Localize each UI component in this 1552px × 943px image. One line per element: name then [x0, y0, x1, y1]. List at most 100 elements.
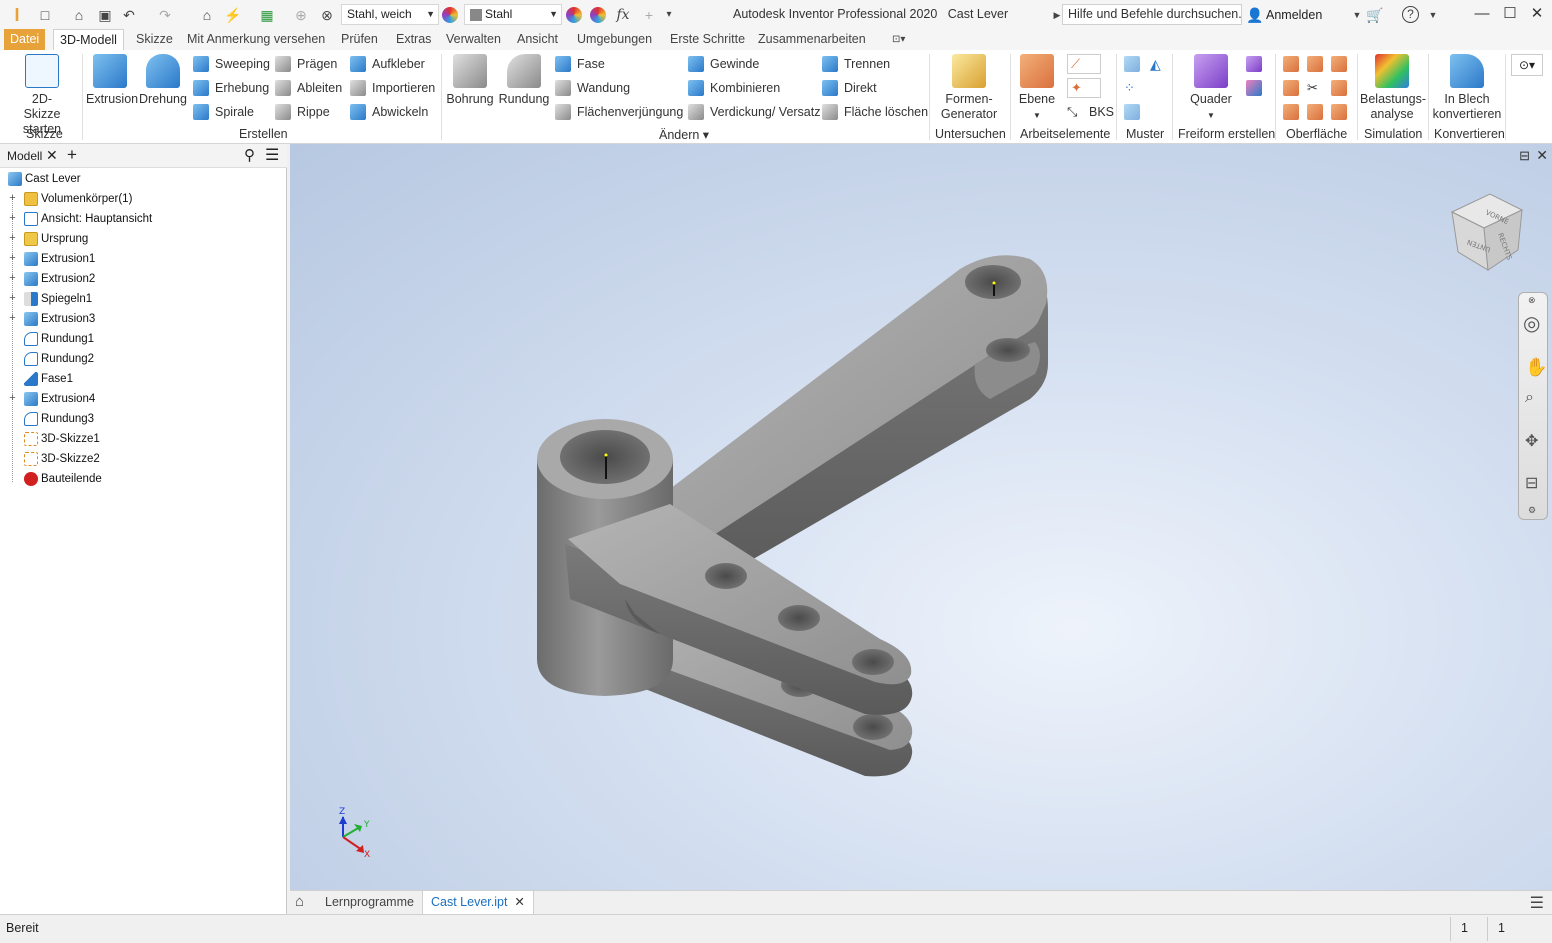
- measure-icon[interactable]: ⊕: [292, 6, 310, 24]
- erhebung-button[interactable]: Erhebung: [193, 78, 269, 98]
- start-2d-sketch-button[interactable]: 2D-Skizze starten: [14, 54, 70, 137]
- tile-windows-icon[interactable]: ⊟: [1519, 148, 1530, 164]
- chevron-down-icon[interactable]: ▼: [1348, 6, 1366, 24]
- surface-patch-button[interactable]: [1307, 54, 1325, 74]
- sign-in-link[interactable]: Anmelden: [1266, 8, 1322, 22]
- sketch-pattern-button[interactable]: [1124, 102, 1142, 122]
- axis-button[interactable]: ⟋: [1067, 54, 1101, 74]
- importieren-button[interactable]: Importieren: [350, 78, 435, 98]
- quader-button[interactable]: Quader ▼: [1188, 54, 1234, 123]
- abwickeln-button[interactable]: Abwickeln: [350, 102, 428, 122]
- model-canvas[interactable]: VORNE RECHTS UNTEN Z Y X: [290, 144, 1552, 890]
- new-file-icon[interactable]: □: [36, 6, 54, 24]
- material-dropdown[interactable]: Stahl, weich ▼: [341, 4, 439, 25]
- praegen-button[interactable]: Prägen: [275, 54, 337, 74]
- surface-replace-button[interactable]: [1331, 102, 1349, 122]
- aufkleber-button[interactable]: Aufkleber: [350, 54, 425, 74]
- adjust-appearance-icon[interactable]: [566, 7, 582, 23]
- select-icon[interactable]: ▦: [258, 6, 276, 24]
- expand-icon[interactable]: +: [8, 233, 17, 244]
- expand-icon[interactable]: +: [8, 213, 17, 224]
- extrusion-button[interactable]: Extrusion: [86, 54, 138, 107]
- pan-icon[interactable]: ✋: [1525, 357, 1547, 378]
- close-view-icon[interactable]: ✕: [1536, 147, 1548, 164]
- expand-icon[interactable]: +: [8, 393, 17, 404]
- browser-item-3d-skizze1[interactable]: 3D-Skizze1: [0, 429, 285, 449]
- expand-icon[interactable]: +: [8, 193, 17, 204]
- verdickung-button[interactable]: Verdickung/ Versatz: [688, 102, 820, 122]
- browser-item-rundung1[interactable]: Rundung1: [0, 329, 285, 349]
- browser-item-extrusion2[interactable]: + Extrusion2: [0, 269, 285, 289]
- tab-overflow-button[interactable]: ⊡▾: [886, 29, 911, 50]
- browser-item-volumenk-rper-1-[interactable]: + Volumenkörper(1): [0, 189, 285, 209]
- navbar-close-icon[interactable]: ⊗: [1528, 295, 1536, 306]
- tab-datei[interactable]: Datei: [4, 29, 46, 50]
- fase-button[interactable]: Fase: [555, 54, 605, 74]
- tab-erste-schritte[interactable]: Erste Schritte: [664, 29, 751, 50]
- drehung-button[interactable]: Drehung: [138, 54, 188, 107]
- orbit-icon[interactable]: ✥: [1525, 431, 1538, 451]
- tab-extras[interactable]: Extras: [390, 29, 437, 50]
- direkt-button[interactable]: Direkt: [822, 78, 877, 98]
- flaeche-loeschen-button[interactable]: Fläche löschen: [822, 102, 928, 122]
- surface-extend-button[interactable]: [1331, 54, 1349, 74]
- browser-item-3d-skizze2[interactable]: 3D-Skizze2: [0, 449, 285, 469]
- tab-pruefen[interactable]: Prüfen: [335, 29, 384, 50]
- close-button[interactable]: ✕: [1525, 3, 1549, 25]
- search-input[interactable]: Hilfe und Befehle durchsuchen...: [1062, 4, 1242, 25]
- tab-zusammenarbeiten[interactable]: Zusammenarbeiten: [752, 29, 872, 50]
- bks-button[interactable]: ⤡ BKS: [1067, 102, 1114, 122]
- freeform-face-button[interactable]: [1246, 54, 1264, 74]
- expand-icon[interactable]: +: [8, 273, 17, 284]
- tab-anmerkung[interactable]: Mit Anmerkung versehen: [181, 29, 331, 50]
- viewcube[interactable]: VORNE RECHTS UNTEN: [1450, 193, 1524, 271]
- surface-thicken-button[interactable]: [1283, 54, 1301, 74]
- material-icon[interactable]: ⊗: [318, 6, 336, 24]
- maximize-button[interactable]: ☐: [1498, 3, 1522, 25]
- surface-stitch-button[interactable]: [1283, 78, 1301, 98]
- clear-appearance-icon[interactable]: [590, 7, 606, 23]
- undo-icon[interactable]: ↶: [120, 6, 138, 24]
- redo-icon[interactable]: ↷: [156, 6, 174, 24]
- update-icon[interactable]: ⚡: [224, 6, 242, 24]
- mirror-button[interactable]: ◭: [1150, 54, 1168, 74]
- formen-generator-button[interactable]: Formen- Generator: [936, 54, 1002, 122]
- browser-item-ansicht-hauptansicht[interactable]: + Ansicht: Hauptansicht: [0, 209, 285, 229]
- browser-item-rundung2[interactable]: Rundung2: [0, 349, 285, 369]
- ableiten-button[interactable]: Ableiten: [275, 78, 342, 98]
- plus-icon[interactable]: +: [640, 6, 658, 24]
- bohrung-button[interactable]: Bohrung: [446, 54, 494, 107]
- customize-icon[interactable]: ▾: [660, 6, 678, 24]
- browser-item-extrusion3[interactable]: + Extrusion3: [0, 309, 285, 329]
- close-browser-icon[interactable]: ✕: [46, 147, 58, 164]
- flaechenverjuengung-button[interactable]: Flächenverjüngung: [555, 102, 683, 122]
- navbar-options-icon[interactable]: ⚙: [1528, 505, 1536, 516]
- browser-item-extrusion4[interactable]: + Extrusion4: [0, 389, 285, 409]
- browser-item-ursprung[interactable]: + Ursprung: [0, 229, 285, 249]
- browser-item-extrusion1[interactable]: + Extrusion1: [0, 249, 285, 269]
- help-icon[interactable]: ?: [1402, 6, 1419, 23]
- group-label-aendern[interactable]: Ändern ▾: [659, 127, 709, 142]
- surface-trim-button[interactable]: ✂: [1307, 78, 1325, 98]
- tab-umgebungen[interactable]: Umgebungen: [571, 29, 658, 50]
- inventor-logo-icon[interactable]: I: [8, 6, 26, 24]
- convert-freeform-button[interactable]: [1246, 78, 1264, 98]
- ribbon-options-button[interactable]: ⊙▾: [1511, 54, 1543, 76]
- circular-pattern-button[interactable]: ⁘: [1124, 78, 1142, 98]
- expand-icon[interactable]: +: [8, 313, 17, 324]
- tab-3d-modell[interactable]: 3D-Modell: [53, 29, 124, 50]
- steering-wheel-icon[interactable]: ◎: [1523, 311, 1540, 336]
- cart-icon[interactable]: 🛒: [1366, 6, 1384, 24]
- sweeping-button[interactable]: Sweeping: [193, 54, 270, 74]
- browser-item-spiegeln1[interactable]: + Spiegeln1: [0, 289, 285, 309]
- belastungsanalyse-button[interactable]: Belastungs-analyse: [1360, 54, 1426, 122]
- rectangular-pattern-button[interactable]: [1124, 54, 1142, 74]
- wandung-button[interactable]: Wandung: [555, 78, 630, 98]
- in-blech-konvertieren-button[interactable]: In Blech konvertieren: [1432, 54, 1502, 122]
- browser-item-fase1[interactable]: Fase1: [0, 369, 285, 389]
- tab-verwalten[interactable]: Verwalten: [440, 29, 507, 50]
- minimize-button[interactable]: —: [1470, 3, 1494, 25]
- search-icon[interactable]: ⚲: [244, 146, 255, 164]
- trennen-button[interactable]: Trennen: [822, 54, 890, 74]
- tab-skizze[interactable]: Skizze: [130, 29, 179, 50]
